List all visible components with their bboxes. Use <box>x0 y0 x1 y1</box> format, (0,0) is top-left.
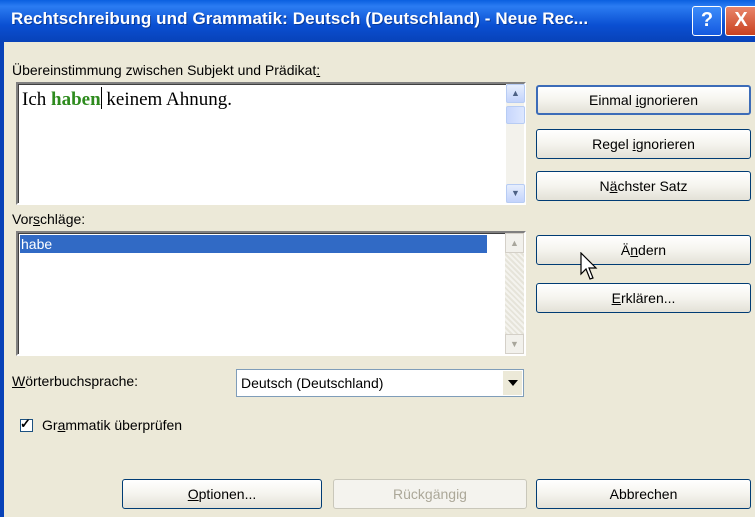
sentence-text: Ich haben keinem Ahnung. <box>22 87 233 110</box>
scroll-up-icon[interactable]: ▲ <box>505 233 524 253</box>
sentence-editor[interactable]: Ich haben keinem Ahnung. ▲ ▼ <box>16 82 526 205</box>
dictionary-language-value: Deutsch (Deutschland) <box>241 375 384 391</box>
options-button[interactable]: Optionen... <box>122 479 322 509</box>
scroll-thumb[interactable] <box>506 106 525 124</box>
help-button[interactable]: ? <box>692 6 722 36</box>
dictionary-language-select[interactable]: Deutsch (Deutschland) <box>236 369 524 397</box>
dictionary-language-label: Wörterbuchsprache: <box>12 373 139 389</box>
scroll-down-icon[interactable]: ▼ <box>505 334 524 354</box>
mouse-pointer-icon <box>580 252 598 280</box>
change-button[interactable]: Ändern <box>536 235 751 265</box>
suggestions-label: Vorschläge: <box>12 211 86 227</box>
window-frame <box>0 42 4 517</box>
error-type-label: Übereinstimmung zwischen Subjekt und Prä… <box>12 62 321 78</box>
suggestions-scrollbar[interactable]: ▲ ▼ <box>505 233 524 354</box>
cancel-button[interactable]: Abbrechen <box>536 479 751 509</box>
grammar-check-label: Grammatik überprüfen <box>42 417 183 433</box>
scroll-up-icon[interactable]: ▲ <box>506 84 525 103</box>
undo-button[interactable]: Rückgängig <box>333 479 527 509</box>
next-sentence-button[interactable]: Nächster Satz <box>536 171 751 201</box>
scroll-down-icon[interactable]: ▼ <box>506 184 525 203</box>
checkmark-icon: ✓ <box>20 416 31 431</box>
suggestions-list[interactable]: habe ▲ ▼ <box>16 231 526 356</box>
sentence-scrollbar[interactable]: ▲ ▼ <box>506 84 525 203</box>
dropdown-button[interactable] <box>502 371 522 395</box>
ignore-once-button[interactable]: Einmal ignorieren <box>536 85 751 115</box>
grammar-check-checkbox[interactable]: ✓ <box>20 416 33 432</box>
ignore-rule-button[interactable]: Regel ignorieren <box>536 129 751 159</box>
close-button[interactable]: X <box>725 6 755 36</box>
title-bar[interactable]: Rechtschreibung und Grammatik: Deutsch (… <box>0 0 755 42</box>
chevron-down-icon <box>508 380 518 386</box>
window-title: Rechtschreibung und Grammatik: Deutsch (… <box>11 9 589 28</box>
explain-button[interactable]: Erklären... <box>536 283 751 313</box>
error-word: haben <box>51 89 101 110</box>
list-item[interactable]: habe <box>20 235 487 253</box>
